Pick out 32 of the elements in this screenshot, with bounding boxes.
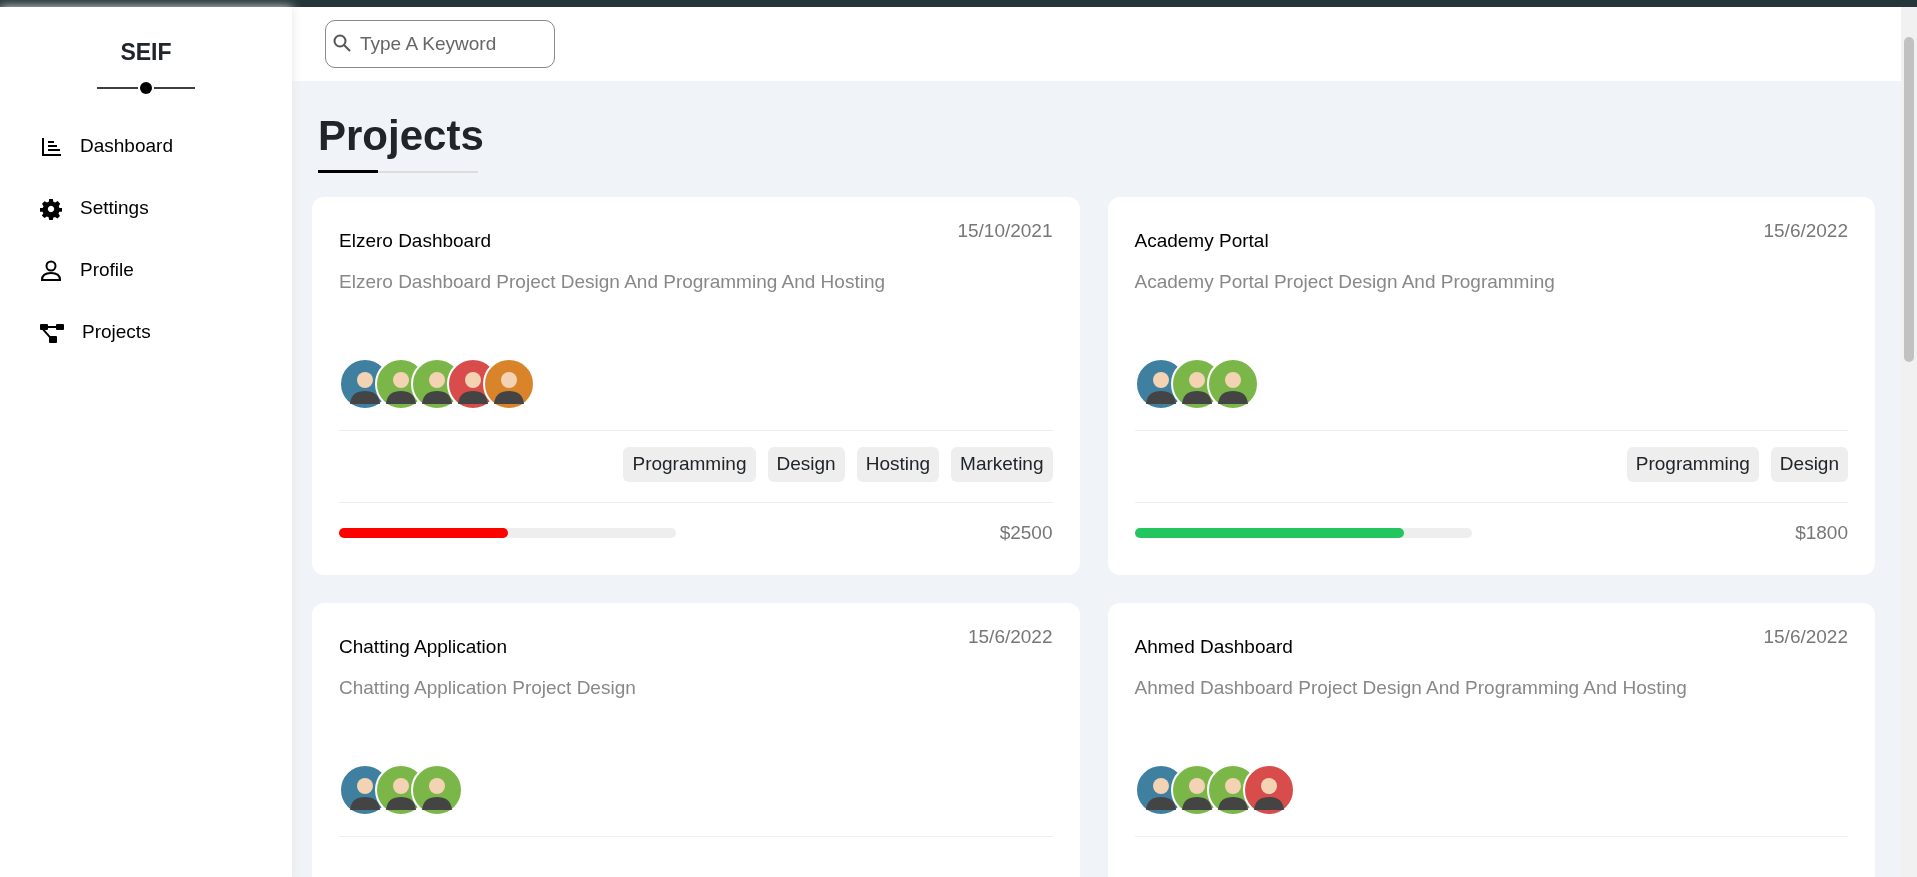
tag: Marketing [951, 447, 1053, 482]
scrollbar-thumb[interactable] [1904, 37, 1914, 362]
project-description: Elzero Dashboard Project Design And Programming And Hosting [339, 269, 886, 294]
user-icon [40, 259, 62, 282]
sidebar-item[interactable]: Settings [0, 177, 260, 240]
project-title: Academy Portal [1134, 229, 1269, 254]
search-field[interactable]: Type A Keyword [325, 20, 555, 68]
project-date: 15/10/2021 [957, 219, 1053, 244]
project-price: $2500 [999, 520, 1053, 545]
project-description: Academy Portal Project Design And Programming [1134, 269, 1556, 294]
sidebar-item[interactable]: Profile [0, 239, 260, 302]
tag: Programming [1626, 447, 1759, 482]
project-title: Chatting Application [339, 635, 507, 660]
project-price: $1800 [1795, 520, 1848, 545]
tag: Hosting [856, 447, 940, 482]
tag: Design [1770, 447, 1848, 482]
project-title: Elzero Dashboard [339, 229, 492, 254]
project-date: 15/6/2022 [1763, 219, 1848, 244]
project-title: Ahmed Dashboard [1134, 635, 1293, 660]
sidebar-item[interactable]: Dashboard [0, 115, 260, 178]
tag: Design [767, 447, 845, 482]
project-description: Chatting Application Project Design [339, 675, 637, 700]
brand-name: SEIF [119, 38, 173, 67]
project-date: 15/6/2022 [1763, 625, 1848, 650]
sidebar-item[interactable]: Projects [0, 301, 260, 364]
tag: Programming [623, 447, 756, 482]
project-date: 15/6/2022 [967, 625, 1053, 650]
chart-icon [40, 135, 62, 158]
page-title: Projects [318, 111, 484, 161]
project-description: Ahmed Dashboard Project Design And Programming And Hosting [1134, 675, 1688, 700]
diagram-icon [40, 321, 64, 344]
settings-icon [40, 197, 62, 220]
